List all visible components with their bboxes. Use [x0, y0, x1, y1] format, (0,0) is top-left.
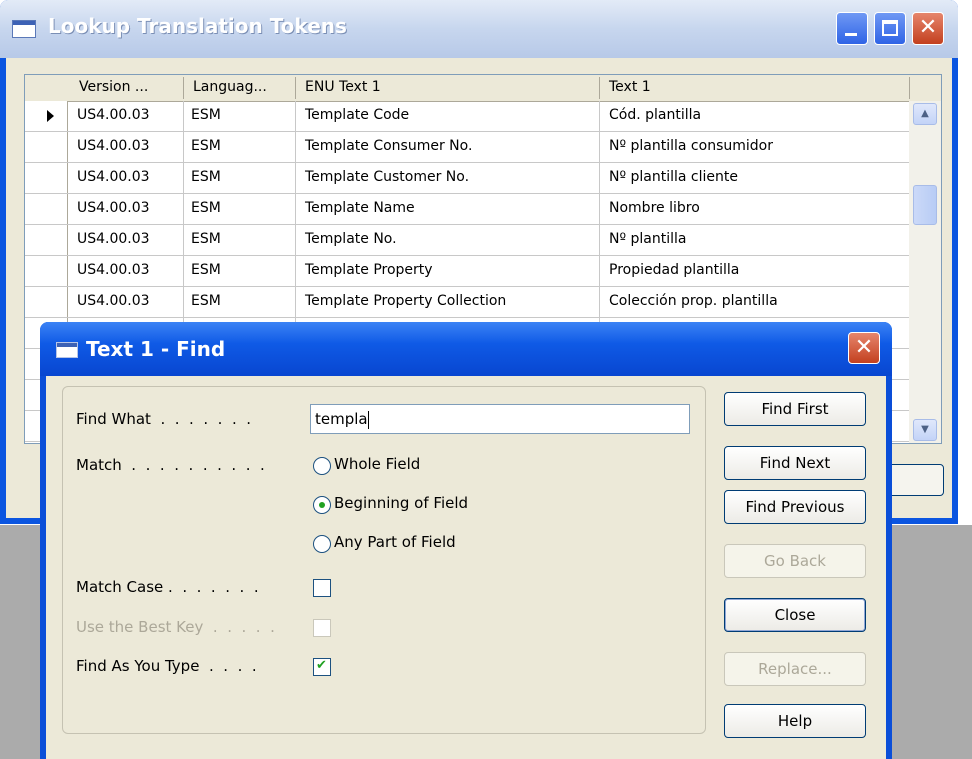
cell-language[interactable]: ESM [191, 169, 221, 185]
cell-language[interactable]: ESM [191, 231, 221, 247]
find-what-input[interactable]: templa [310, 404, 690, 434]
cell-version[interactable]: US4.00.03 [77, 138, 150, 154]
find-as-you-type-checkbox[interactable] [313, 658, 331, 676]
lookup-window-titlebar[interactable]: Lookup Translation Tokens ✕ [0, 0, 958, 58]
column-header-version[interactable]: Version ... [79, 79, 148, 95]
chevron-up-icon: ▲ [921, 108, 929, 119]
row-selector[interactable] [25, 132, 68, 162]
scroll-up-button[interactable]: ▲ [913, 103, 937, 125]
current-row-arrow-icon [47, 110, 54, 122]
row-selector[interactable] [25, 256, 68, 286]
minimize-icon [845, 33, 857, 36]
cell-enu-text[interactable]: Template Customer No. [305, 169, 469, 185]
cell-language[interactable]: ESM [191, 138, 221, 154]
cell-version[interactable]: US4.00.03 [77, 169, 150, 185]
window-close-button[interactable]: ✕ [912, 12, 944, 45]
match-any-part-label[interactable]: Any Part of Field [334, 533, 456, 551]
find-dialog-title: Text 1 - Find [86, 337, 226, 361]
cell-version[interactable]: US4.00.03 [77, 107, 150, 123]
table-row[interactable]: US4.00.03 ESM Template Name Nombre libro [25, 194, 909, 225]
scroll-down-button[interactable]: ▼ [913, 419, 937, 441]
table-header: Version ... Languag... ENU Text 1 Text 1 [25, 75, 941, 102]
cell-text[interactable]: Propiedad plantilla [609, 262, 739, 278]
row-selector[interactable] [25, 163, 68, 193]
cell-enu-text[interactable]: Template No. [305, 231, 397, 247]
find-dialog-titlebar[interactable]: Text 1 - Find ✕ [40, 322, 892, 376]
match-case-label: Match Case . . . . . . . [76, 578, 259, 596]
cell-language[interactable]: ESM [191, 293, 221, 309]
match-beginning-label[interactable]: Beginning of Field [334, 494, 468, 512]
match-whole-field-label[interactable]: Whole Field [334, 455, 420, 473]
maximize-button[interactable] [874, 12, 906, 45]
cell-text[interactable]: Nº plantilla cliente [609, 169, 738, 185]
lookup-window-title: Lookup Translation Tokens [48, 14, 347, 38]
match-case-checkbox[interactable] [313, 579, 331, 597]
find-dialog: Text 1 - Find ✕ Find What . . . . . . . … [40, 322, 892, 759]
vertical-scrollbar[interactable]: ▲ ▼ [909, 101, 941, 443]
help-button[interactable]: Help [724, 704, 866, 738]
cell-version[interactable]: US4.00.03 [77, 262, 150, 278]
cell-text[interactable]: Cód. plantilla [609, 107, 701, 123]
table-icon [12, 20, 36, 38]
cell-language[interactable]: ESM [191, 262, 221, 278]
find-as-you-type-label: Find As You Type . . . . [76, 657, 257, 675]
match-whole-field-radio[interactable] [313, 457, 331, 475]
cell-version[interactable]: US4.00.03 [77, 293, 150, 309]
close-button[interactable]: Close [724, 598, 866, 632]
cell-text[interactable]: Nº plantilla [609, 231, 687, 247]
use-best-key-checkbox [313, 619, 331, 637]
find-previous-button[interactable]: Find Previous [724, 490, 866, 524]
column-header-text[interactable]: Text 1 [609, 79, 651, 95]
table-row[interactable]: US4.00.03 ESM Template Customer No. Nº p… [25, 163, 909, 194]
cell-language[interactable]: ESM [191, 200, 221, 216]
cell-version[interactable]: US4.00.03 [77, 231, 150, 247]
row-selector[interactable] [25, 194, 68, 224]
use-best-key-label: Use the Best Key . . . . . [76, 618, 275, 636]
table-row[interactable]: US4.00.03 ESM Template Consumer No. Nº p… [25, 132, 909, 163]
match-beginning-radio[interactable] [313, 496, 331, 514]
find-first-button[interactable]: Find First [724, 392, 866, 426]
close-icon: ✕ [918, 15, 938, 40]
cell-enu-text[interactable]: Template Name [305, 200, 415, 216]
find-what-value: templa [315, 410, 368, 428]
table-row[interactable]: US4.00.03 ESM Template Code Cód. plantil… [25, 101, 909, 132]
find-options-panel [62, 386, 706, 734]
cell-enu-text[interactable]: Template Property [305, 262, 433, 278]
cell-text[interactable]: Nº plantilla consumidor [609, 138, 773, 154]
cell-enu-text[interactable]: Template Consumer No. [305, 138, 472, 154]
replace-button: Replace... [724, 652, 866, 686]
find-next-button[interactable]: Find Next [724, 446, 866, 480]
minimize-button[interactable] [836, 12, 868, 45]
cell-enu-text[interactable]: Template Property Collection [305, 293, 506, 309]
match-label: Match . . . . . . . . . . [76, 456, 265, 474]
table-row[interactable]: US4.00.03 ESM Template No. Nº plantilla [25, 225, 909, 256]
cell-enu-text[interactable]: Template Code [305, 107, 409, 123]
column-header-language[interactable]: Languag... [193, 79, 267, 95]
close-icon: ✕ [854, 335, 874, 360]
go-back-button: Go Back [724, 544, 866, 578]
cell-version[interactable]: US4.00.03 [77, 200, 150, 216]
maximize-icon [882, 20, 898, 36]
row-selector[interactable] [25, 287, 68, 317]
cell-text[interactable]: Nombre libro [609, 200, 700, 216]
row-selector[interactable] [25, 225, 68, 255]
row-selector[interactable] [25, 101, 68, 131]
column-header-enu-text[interactable]: ENU Text 1 [305, 79, 381, 95]
cell-language[interactable]: ESM [191, 107, 221, 123]
match-any-part-radio[interactable] [313, 535, 331, 553]
table-icon [56, 342, 78, 358]
chevron-down-icon: ▼ [921, 424, 929, 435]
scroll-thumb[interactable] [913, 185, 937, 225]
table-row[interactable]: US4.00.03 ESM Template Property Collecti… [25, 287, 909, 318]
cell-text[interactable]: Colección prop. plantilla [609, 293, 778, 309]
table-row[interactable]: US4.00.03 ESM Template Property Propieda… [25, 256, 909, 287]
find-what-label: Find What . . . . . . . [76, 410, 252, 428]
dialog-close-button[interactable]: ✕ [848, 332, 880, 364]
